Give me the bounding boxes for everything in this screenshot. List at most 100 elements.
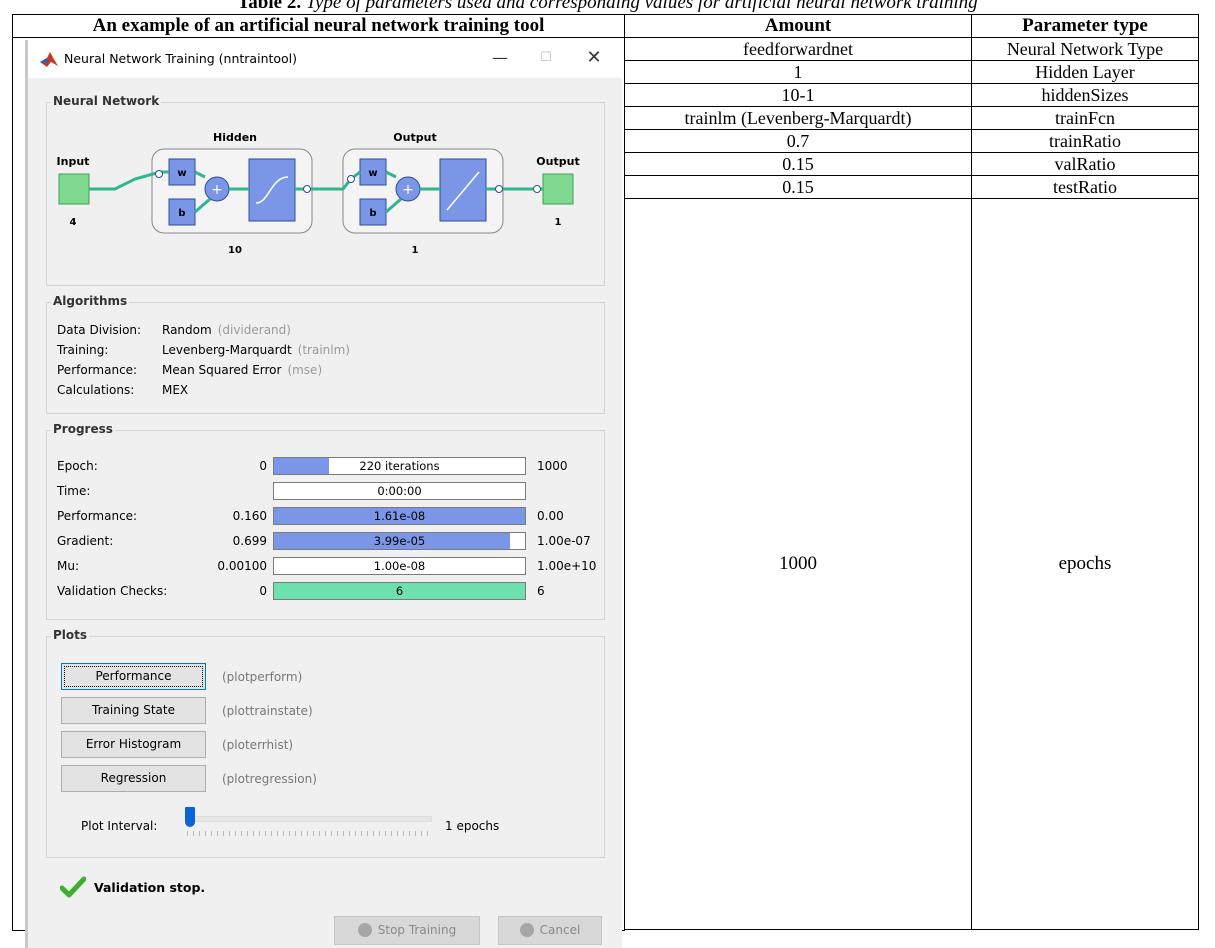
algorithm-row-training: Training: Levenberg-Marquardt (trainlm) bbox=[57, 343, 350, 357]
input-title: Input bbox=[57, 155, 90, 168]
minimize-button[interactable]: — bbox=[480, 44, 520, 72]
progress-label: Progress bbox=[51, 422, 115, 436]
algorithm-key: Performance: bbox=[57, 363, 138, 377]
progress-row-max: 1.00e+10 bbox=[537, 559, 597, 573]
output-title: Output bbox=[536, 155, 579, 168]
header-amount: Amount bbox=[624, 14, 972, 38]
progress-row-min: 0.00100 bbox=[217, 559, 267, 573]
progress-bar: 6 bbox=[273, 582, 526, 600]
hidden-tansig-block bbox=[248, 158, 296, 222]
progress-row-max: 0.00 bbox=[537, 509, 564, 523]
plot-interval-track[interactable] bbox=[187, 816, 432, 822]
progress-bar: 220 iterations bbox=[273, 457, 526, 475]
progress-row-min: 0 bbox=[259, 584, 267, 598]
progress-row-max: 6 bbox=[537, 584, 545, 598]
maximize-button[interactable]: ☐ bbox=[526, 44, 566, 72]
amount-cell: 0.15 bbox=[624, 175, 972, 199]
status-text: Validation stop. bbox=[94, 880, 206, 895]
progress-bar-text: 1.00e-08 bbox=[373, 559, 426, 573]
algorithm-row-data-division: Data Division: Random (dividerand) bbox=[57, 323, 291, 337]
stop-training-label: Stop Training bbox=[377, 923, 457, 937]
progress-row-label: Performance: bbox=[57, 509, 138, 523]
progress-bar: 1.61e-08 bbox=[273, 507, 526, 525]
progress-row-label: Time: bbox=[57, 484, 91, 498]
hidden-size: 10 bbox=[228, 245, 242, 256]
algorithm-row-calculations: Calculations: MEX bbox=[57, 383, 194, 397]
plot-interval-value: 1 epochs bbox=[445, 819, 500, 833]
plot-error-histogram-button[interactable]: Error Histogram bbox=[61, 731, 206, 758]
output-plus-label: + bbox=[402, 182, 414, 198]
progress-row: Mu: 0.00100 1.00e-08 1.00e+10 bbox=[57, 557, 597, 577]
input-node bbox=[58, 173, 90, 205]
progress-bar-text: 0:00:00 bbox=[377, 484, 422, 498]
plot-error-histogram-hint: (ploterrhist) bbox=[222, 738, 294, 752]
plots-group: Plots Performance (plotperform) Training… bbox=[46, 628, 605, 858]
cancel-button[interactable]: Cancel bbox=[498, 916, 602, 945]
stop-training-button[interactable]: Stop Training bbox=[334, 916, 480, 945]
type-cell: Hidden Layer bbox=[971, 60, 1199, 84]
amount-cell: trainlm (Levenberg-Marquardt) bbox=[624, 106, 972, 130]
type-cell: hiddenSizes bbox=[971, 83, 1199, 107]
amount-cell: 0.7 bbox=[624, 129, 972, 153]
tool-screenshot-cell: Neural Network Training (nntraintool) — … bbox=[12, 37, 625, 948]
progress-row-label: Mu: bbox=[57, 559, 80, 573]
checkmark-icon bbox=[60, 876, 86, 898]
plot-training-state-button[interactable]: Training State bbox=[61, 697, 206, 724]
progress-row-label: Validation Checks: bbox=[57, 584, 168, 598]
algorithm-hint: (trainlm) bbox=[297, 343, 350, 357]
cancel-icon bbox=[519, 922, 534, 937]
progress-row-min: 0.699 bbox=[232, 534, 267, 548]
progress-row-label: Gradient: bbox=[57, 534, 114, 548]
progress-bar: 1.00e-08 bbox=[273, 557, 526, 575]
algorithm-key: Training: bbox=[57, 343, 109, 357]
algorithm-key: Calculations: bbox=[57, 383, 135, 397]
progress-row-max: 1000 bbox=[537, 459, 568, 473]
progress-bar-text: 1.61e-08 bbox=[373, 509, 426, 523]
neural-network-label: Neural Network bbox=[51, 94, 162, 108]
close-button[interactable]: ✕ bbox=[574, 44, 614, 72]
amount-cell: feedforwardnet bbox=[624, 37, 972, 61]
plot-interval-slider-thumb[interactable] bbox=[185, 807, 195, 827]
amount-cell: 0.15 bbox=[624, 152, 972, 176]
progress-group: Progress Epoch: 0 220 iterations 1000 Time: 0… bbox=[46, 422, 605, 620]
plot-regression-button[interactable]: Regression bbox=[61, 765, 206, 792]
amount-cell: 1000 bbox=[624, 198, 972, 930]
hidden-w-label: w bbox=[177, 168, 186, 179]
progress-bar-text: 3.99e-05 bbox=[373, 534, 426, 548]
header-parameter-type: Parameter type bbox=[971, 14, 1199, 38]
amount-cell: 1 bbox=[624, 60, 972, 84]
progress-row-max: 1.00e-07 bbox=[537, 534, 591, 548]
title-bar: Neural Network Training (nntraintool) — … bbox=[28, 40, 622, 78]
plot-training-state-hint: (plottrainstate) bbox=[222, 704, 313, 718]
window-title: Neural Network Training (nntraintool) bbox=[64, 51, 298, 66]
output-node bbox=[542, 173, 574, 205]
output-layer-title: Output bbox=[393, 131, 436, 144]
progress-bar: 0:00:00 bbox=[273, 482, 526, 500]
progress-row: Epoch: 0 220 iterations 1000 bbox=[57, 457, 597, 477]
progress-bar: 3.99e-05 bbox=[273, 532, 526, 550]
type-cell: epochs bbox=[971, 198, 1199, 930]
caption-text: Type of parameters used and correspondin… bbox=[301, 0, 978, 13]
progress-row-min: 0.160 bbox=[232, 509, 267, 523]
plot-interval-ticks bbox=[187, 831, 430, 836]
algorithm-key: Data Division: bbox=[57, 323, 142, 337]
progress-bar-text: 220 iterations bbox=[359, 459, 440, 473]
progress-row: Time: 0:00:00 bbox=[57, 482, 597, 502]
plot-performance-button[interactable]: Performance bbox=[61, 663, 206, 690]
neural-network-group: Neural Network Hidden Output Input Outpu… bbox=[46, 94, 605, 286]
output-b-label: b bbox=[369, 208, 376, 219]
algorithms-label: Algorithms bbox=[51, 294, 130, 308]
algorithm-value: MEX bbox=[162, 383, 189, 397]
plot-interval-label: Plot Interval: bbox=[81, 819, 158, 833]
output-size: 1 bbox=[555, 217, 562, 228]
progress-row: Performance: 0.160 1.61e-08 0.00 bbox=[57, 507, 597, 527]
algorithm-value: Levenberg-Marquardt bbox=[162, 343, 292, 357]
parameter-table: An example of an artificial neural netwo… bbox=[12, 14, 1199, 948]
matlab-logo-icon bbox=[40, 52, 58, 67]
nntraintool-window: Neural Network Training (nntraintool) — … bbox=[25, 40, 622, 948]
progress-bar-text: 6 bbox=[395, 584, 404, 598]
hidden-plus-label: + bbox=[211, 182, 223, 198]
algorithm-value: Random bbox=[162, 323, 212, 337]
output-w-label: w bbox=[368, 168, 377, 179]
algorithm-value: Mean Squared Error bbox=[162, 363, 282, 377]
